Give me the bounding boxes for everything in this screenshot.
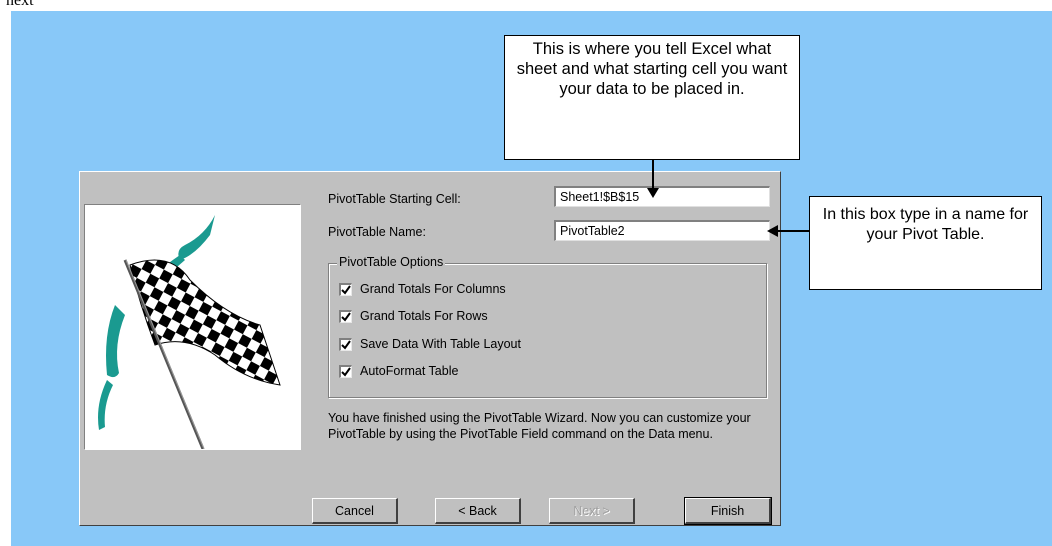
checkbox[interactable] — [339, 282, 352, 296]
checkmark-icon — [341, 366, 351, 377]
option-grand-totals-columns[interactable]: Grand Totals For Columns — [339, 280, 506, 298]
options-group-title: PivotTable Options — [337, 255, 446, 269]
cancel-button[interactable]: Cancel — [312, 498, 398, 524]
option-autoformat[interactable]: AutoFormat Table — [339, 362, 458, 380]
pivottable-name-label: PivotTable Name: — [328, 225, 426, 239]
starting-cell-field[interactable]: Sheet1!$B$15 — [554, 186, 770, 207]
checkmark-icon — [341, 311, 351, 322]
option-label: Save Data With Table Layout — [360, 337, 521, 351]
page-text-fragment: next — [6, 0, 34, 9]
checkmark-icon — [341, 339, 351, 350]
checkered-flag-image — [84, 204, 301, 450]
option-label: Grand Totals For Columns — [360, 282, 506, 296]
checkmark-icon — [341, 284, 351, 295]
callout-pivottable-name: In this box type in a name for your Pivo… — [809, 196, 1042, 290]
checkered-flag-icon — [98, 215, 281, 449]
starting-cell-label: PivotTable Starting Cell: — [328, 192, 461, 206]
callout-starting-cell: This is where you tell Excel what sheet … — [504, 35, 800, 160]
option-grand-totals-rows[interactable]: Grand Totals For Rows — [339, 307, 488, 325]
back-button[interactable]: < Back — [435, 498, 521, 524]
option-save-data[interactable]: Save Data With Table Layout — [339, 335, 521, 353]
pivottable-wizard-dialog: PivotTable Starting Cell: Sheet1!$B$15 P… — [79, 171, 781, 526]
pivottable-name-field[interactable]: PivotTable2 — [554, 220, 770, 241]
checkbox[interactable] — [339, 364, 352, 378]
pivottable-options-group: PivotTable Options Grand Totals For Colu… — [328, 255, 767, 398]
option-label: Grand Totals For Rows — [360, 309, 488, 323]
checkbox[interactable] — [339, 309, 352, 323]
wizard-description: You have finished using the PivotTable W… — [328, 411, 751, 441]
finish-button[interactable]: Finish — [684, 497, 772, 525]
option-label: AutoFormat Table — [360, 364, 459, 378]
checkbox[interactable] — [339, 337, 352, 351]
next-button[interactable]: Next > — [549, 498, 635, 524]
